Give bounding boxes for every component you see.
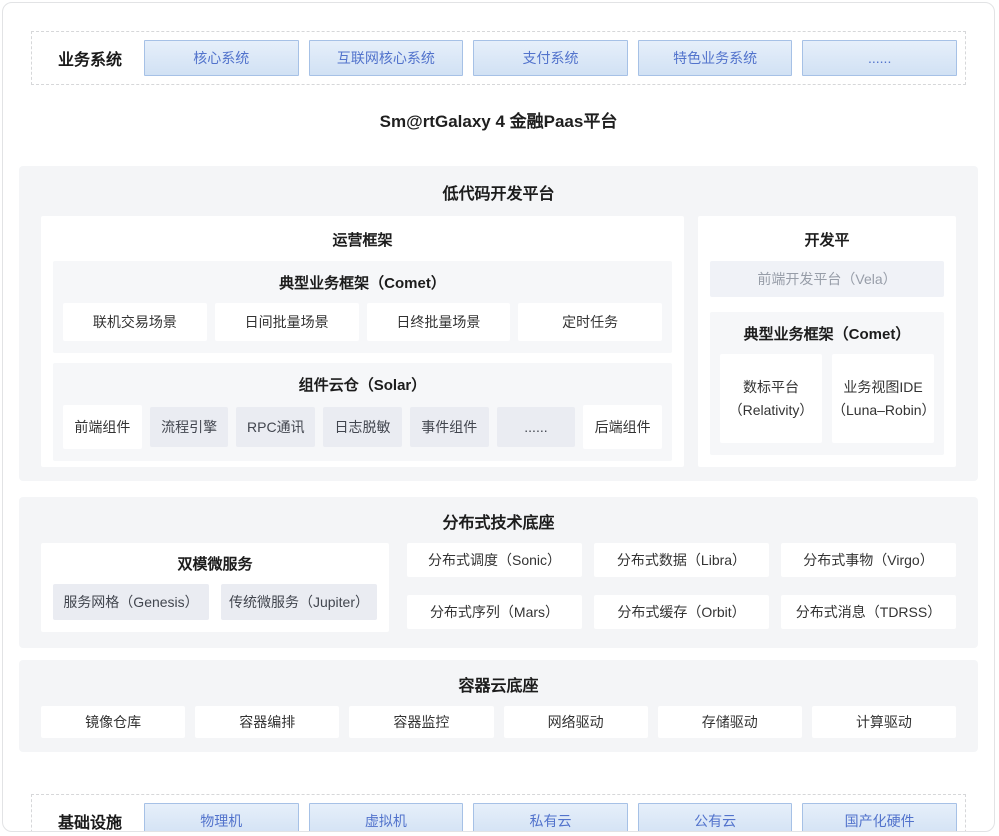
lowcode-platform-title: 低代码开发平台: [41, 180, 956, 204]
comet-framework-title: 典型业务框架（Comet）: [63, 261, 662, 303]
solar-warehouse-panel: 组件云仓（Solar） 前端组件 流程引擎 RPC通讯 日志脱敏 事件组件 ..…: [53, 363, 672, 461]
operation-framework-card: 运营框架 典型业务框架（Comet） 联机交易场景 日间批量场景 日终批量场景 …: [41, 216, 684, 467]
container-cloud-title: 容器云底座: [41, 672, 956, 696]
comet-item-scheduled-task: 定时任务: [518, 303, 662, 341]
solar-item-frontend-components: 前端组件: [63, 405, 142, 449]
business-system-internet-core: 互联网核心系统: [309, 40, 464, 76]
comet-framework-panel: 典型业务框架（Comet） 联机交易场景 日间批量场景 日终批量场景 定时任务: [53, 261, 672, 353]
business-system-more: ......: [802, 40, 957, 76]
operation-framework-title: 运营框架: [53, 216, 672, 261]
solar-chip-more: ......: [497, 407, 576, 447]
infra-item-domestic-hardware: 国产化硬件: [802, 803, 957, 832]
cloud-item-image-registry: 镜像仓库: [41, 706, 185, 738]
dist-item-virgo: 分布式事物（Virgo）: [781, 543, 956, 577]
infra-item-virtual-machine: 虚拟机: [309, 803, 464, 832]
dev-platform-title: 开发平: [710, 216, 944, 261]
cloud-item-orchestration: 容器编排: [195, 706, 339, 738]
infrastructure-items: 物理机 虚拟机 私有云 公有云 国产化硬件: [144, 803, 957, 832]
page-title: Sm@rtGalaxy 4 金融Paas平台: [3, 107, 994, 132]
dev-item-relativity-line1: 数标平台: [720, 376, 822, 399]
dist-item-mars: 分布式序列（Mars）: [407, 595, 582, 629]
comet-item-endofday-batch: 日终批量场景: [367, 303, 511, 341]
business-systems-items: 核心系统 互联网核心系统 支付系统 特色业务系统 ......: [144, 40, 957, 76]
solar-chip-rpc: RPC通讯: [236, 407, 315, 447]
dual-mode-title: 双模微服务: [53, 543, 377, 584]
infra-item-public-cloud: 公有云: [638, 803, 793, 832]
business-system-core: 核心系统: [144, 40, 299, 76]
dual-chip-genesis: 服务网格（Genesis）: [53, 584, 209, 620]
dual-chip-jupiter: 传统微服务（Jupiter）: [221, 584, 377, 620]
business-system-special: 特色业务系统: [638, 40, 793, 76]
dist-item-libra: 分布式数据（Libra）: [594, 543, 769, 577]
cloud-item-monitoring: 容器监控: [349, 706, 493, 738]
distributed-items-grid: 分布式调度（Sonic） 分布式数据（Libra） 分布式事物（Virgo） 分…: [407, 543, 956, 632]
infrastructure-row: 基础设施 物理机 虚拟机 私有云 公有云 国产化硬件: [31, 794, 966, 832]
cloud-item-storage-driver: 存储驱动: [658, 706, 802, 738]
dist-item-tdrss: 分布式消息（TDRSS）: [781, 595, 956, 629]
distributed-base-section: 分布式技术底座 双模微服务 服务网格（Genesis） 传统微服务（Jupite…: [19, 497, 978, 648]
dev-comet-title: 典型业务框架（Comet）: [720, 312, 934, 354]
business-systems-row: 业务系统 核心系统 互联网核心系统 支付系统 特色业务系统 ......: [31, 31, 966, 85]
solar-chip-process-engine: 流程引擎: [150, 407, 229, 447]
distributed-base-title: 分布式技术底座: [41, 509, 956, 533]
infra-item-private-cloud: 私有云: [473, 803, 628, 832]
container-cloud-section: 容器云底座 镜像仓库 容器编排 容器监控 网络驱动 存储驱动 计算驱动: [19, 660, 978, 752]
dev-item-luna-robin-line1: 业务视图IDE: [832, 376, 934, 399]
lowcode-platform-section: 低代码开发平台 运营框架 典型业务框架（Comet） 联机交易场景 日间批量场景…: [19, 166, 978, 481]
solar-chip-event-components: 事件组件: [410, 407, 489, 447]
dev-platform-card: 开发平 前端开发平台（Vela） 典型业务框架（Comet） 数标平台 （Rel…: [698, 216, 956, 467]
dev-item-relativity-line2: （Relativity）: [720, 399, 822, 422]
dev-item-luna-robin-line2: （Luna–Robin）: [832, 399, 934, 422]
architecture-diagram: 业务系统 核心系统 互联网核心系统 支付系统 特色业务系统 ...... Sm@…: [2, 2, 995, 832]
business-system-payment: 支付系统: [473, 40, 628, 76]
solar-chip-log-masking: 日志脱敏: [323, 407, 402, 447]
cloud-item-network-driver: 网络驱动: [504, 706, 648, 738]
business-systems-label: 业务系统: [40, 46, 140, 70]
dev-item-relativity: 数标平台 （Relativity）: [720, 354, 822, 443]
infra-item-physical-machine: 物理机: [144, 803, 299, 832]
dual-mode-microservice-card: 双模微服务 服务网格（Genesis） 传统微服务（Jupiter）: [41, 543, 389, 632]
cloud-item-compute-driver: 计算驱动: [812, 706, 956, 738]
dev-comet-panel: 典型业务框架（Comet） 数标平台 （Relativity） 业务视图IDE …: [710, 312, 944, 455]
solar-item-backend-components: 后端组件: [583, 405, 662, 449]
comet-item-daytime-batch: 日间批量场景: [215, 303, 359, 341]
infrastructure-label: 基础设施: [40, 809, 140, 832]
vela-frontend-platform: 前端开发平台（Vela）: [710, 261, 944, 297]
dist-item-orbit: 分布式缓存（Orbit）: [594, 595, 769, 629]
dist-item-sonic: 分布式调度（Sonic）: [407, 543, 582, 577]
dev-item-luna-robin: 业务视图IDE （Luna–Robin）: [832, 354, 934, 443]
comet-item-online-trading: 联机交易场景: [63, 303, 207, 341]
solar-warehouse-title: 组件云仓（Solar）: [63, 363, 662, 405]
